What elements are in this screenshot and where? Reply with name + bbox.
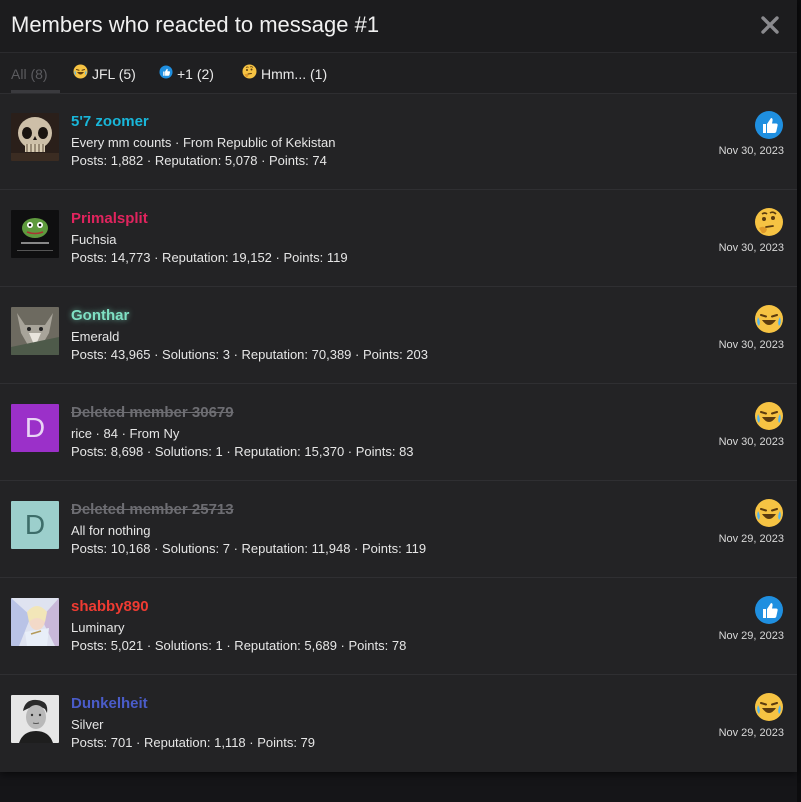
user-title: All for nothing: [71, 523, 151, 538]
tab-plus-one[interactable]: +1 (2): [159, 53, 214, 93]
laugh-cry-icon: [73, 54, 88, 94]
laugh-cry-icon: [754, 498, 784, 528]
thumbs-up-icon: [159, 54, 173, 94]
user-title: rice · 84 · From Ny: [71, 426, 180, 441]
avatar[interactable]: [11, 695, 59, 743]
reactions-dialog: Members who reacted to message #1 All (8…: [0, 0, 797, 772]
avatar-letter: D: [24, 509, 46, 540]
members-list: 5'7 zoomer Every mm counts · From Republ…: [0, 93, 797, 771]
reaction-date: Nov 29, 2023: [718, 727, 784, 739]
list-item: Primalsplit Fuchsia Posts: 14,773 · Repu…: [0, 190, 797, 287]
username-link[interactable]: Primalsplit: [71, 210, 148, 228]
list-item: Gonthar Emerald Posts: 43,965 · Solution…: [0, 287, 797, 384]
reaction-date: Nov 30, 2023: [718, 339, 784, 351]
username-deleted: Deleted member 30679: [71, 404, 234, 421]
username-deleted: Deleted member 25713: [71, 501, 234, 518]
list-item: Dunkelheit Silver Posts: 701 · Reputatio…: [0, 675, 797, 771]
tab-all[interactable]: All (8): [11, 53, 59, 93]
avatar[interactable]: D: [11, 501, 59, 549]
dialog-header: Members who reacted to message #1: [0, 0, 797, 53]
laugh-cry-icon: [754, 692, 784, 722]
avatar[interactable]: D: [11, 404, 59, 452]
reaction-date: Nov 29, 2023: [718, 630, 784, 642]
frog-avatar-image: [11, 210, 59, 258]
user-stats: Posts: 701 · Reputation: 1,118 · Points:…: [71, 735, 316, 750]
thumbs-up-icon: [754, 110, 784, 140]
tab-hmm[interactable]: Hmm... (1): [242, 53, 327, 93]
reaction-date: Nov 30, 2023: [718, 145, 784, 157]
avatar[interactable]: [11, 113, 59, 161]
avatar[interactable]: [11, 210, 59, 258]
page-backdrop: [0, 772, 801, 802]
list-item: D Deleted member 25713 All for nothing P…: [0, 481, 797, 578]
laugh-cry-icon: [754, 304, 784, 334]
tab-label: JFL (5): [92, 66, 136, 83]
user-title: Fuchsia: [71, 232, 117, 247]
tab-label: +1 (2): [177, 66, 214, 83]
anime-avatar-image: [11, 598, 59, 646]
user-stats: Posts: 5,021 · Solutions: 1 · Reputation…: [71, 638, 407, 653]
avatar-letter: D: [24, 412, 46, 443]
reaction-date: Nov 29, 2023: [718, 533, 784, 545]
laugh-cry-icon: [754, 401, 784, 431]
page-backdrop-edge: [797, 0, 801, 802]
portrait-avatar-image: [11, 695, 59, 743]
thinking-face-icon: [242, 54, 257, 94]
user-title: Luminary: [71, 620, 125, 635]
avatar[interactable]: [11, 598, 59, 646]
tab-jfl[interactable]: JFL (5): [73, 53, 136, 93]
reaction-date: Nov 30, 2023: [718, 242, 784, 254]
close-icon[interactable]: [758, 13, 782, 37]
list-item: 5'7 zoomer Every mm counts · From Republ…: [0, 93, 797, 190]
user-stats: Posts: 43,965 · Solutions: 3 · Reputatio…: [71, 347, 428, 362]
reaction-tabs: All (8) JFL (5) +1 (2) Hmm... (1): [0, 53, 797, 94]
user-stats: Posts: 10,168 · Solutions: 7 · Reputatio…: [71, 541, 427, 556]
list-item: shabby890 Luminary Posts: 5,021 · Soluti…: [0, 578, 797, 675]
username-link[interactable]: 5'7 zoomer: [71, 113, 149, 131]
tab-label: All (8): [11, 66, 48, 83]
user-stats: Posts: 14,773 · Reputation: 19,152 · Poi…: [71, 250, 348, 265]
user-title: Every mm counts · From Republic of Kekis…: [71, 135, 336, 150]
skull-avatar-image: [11, 113, 59, 161]
thinking-face-icon: [754, 207, 784, 237]
list-item: D Deleted member 30679 rice · 84 · From …: [0, 384, 797, 481]
user-title: Emerald: [71, 329, 120, 344]
dialog-title: Members who reacted to message #1: [11, 12, 380, 37]
reaction-date: Nov 30, 2023: [718, 436, 784, 448]
tab-label: Hmm... (1): [261, 66, 328, 83]
avatar[interactable]: [11, 307, 59, 355]
user-stats: Posts: 8,698 · Solutions: 1 · Reputation…: [71, 444, 414, 459]
wolf-avatar-image: [11, 307, 59, 355]
thumbs-up-icon: [754, 595, 784, 625]
username-link[interactable]: Dunkelheit: [71, 695, 148, 713]
user-stats: Posts: 1,882 · Reputation: 5,078 · Point…: [71, 153, 327, 168]
username-link[interactable]: shabby890: [71, 598, 149, 616]
user-title: Silver: [71, 717, 104, 732]
username-link[interactable]: Gonthar: [71, 307, 129, 325]
